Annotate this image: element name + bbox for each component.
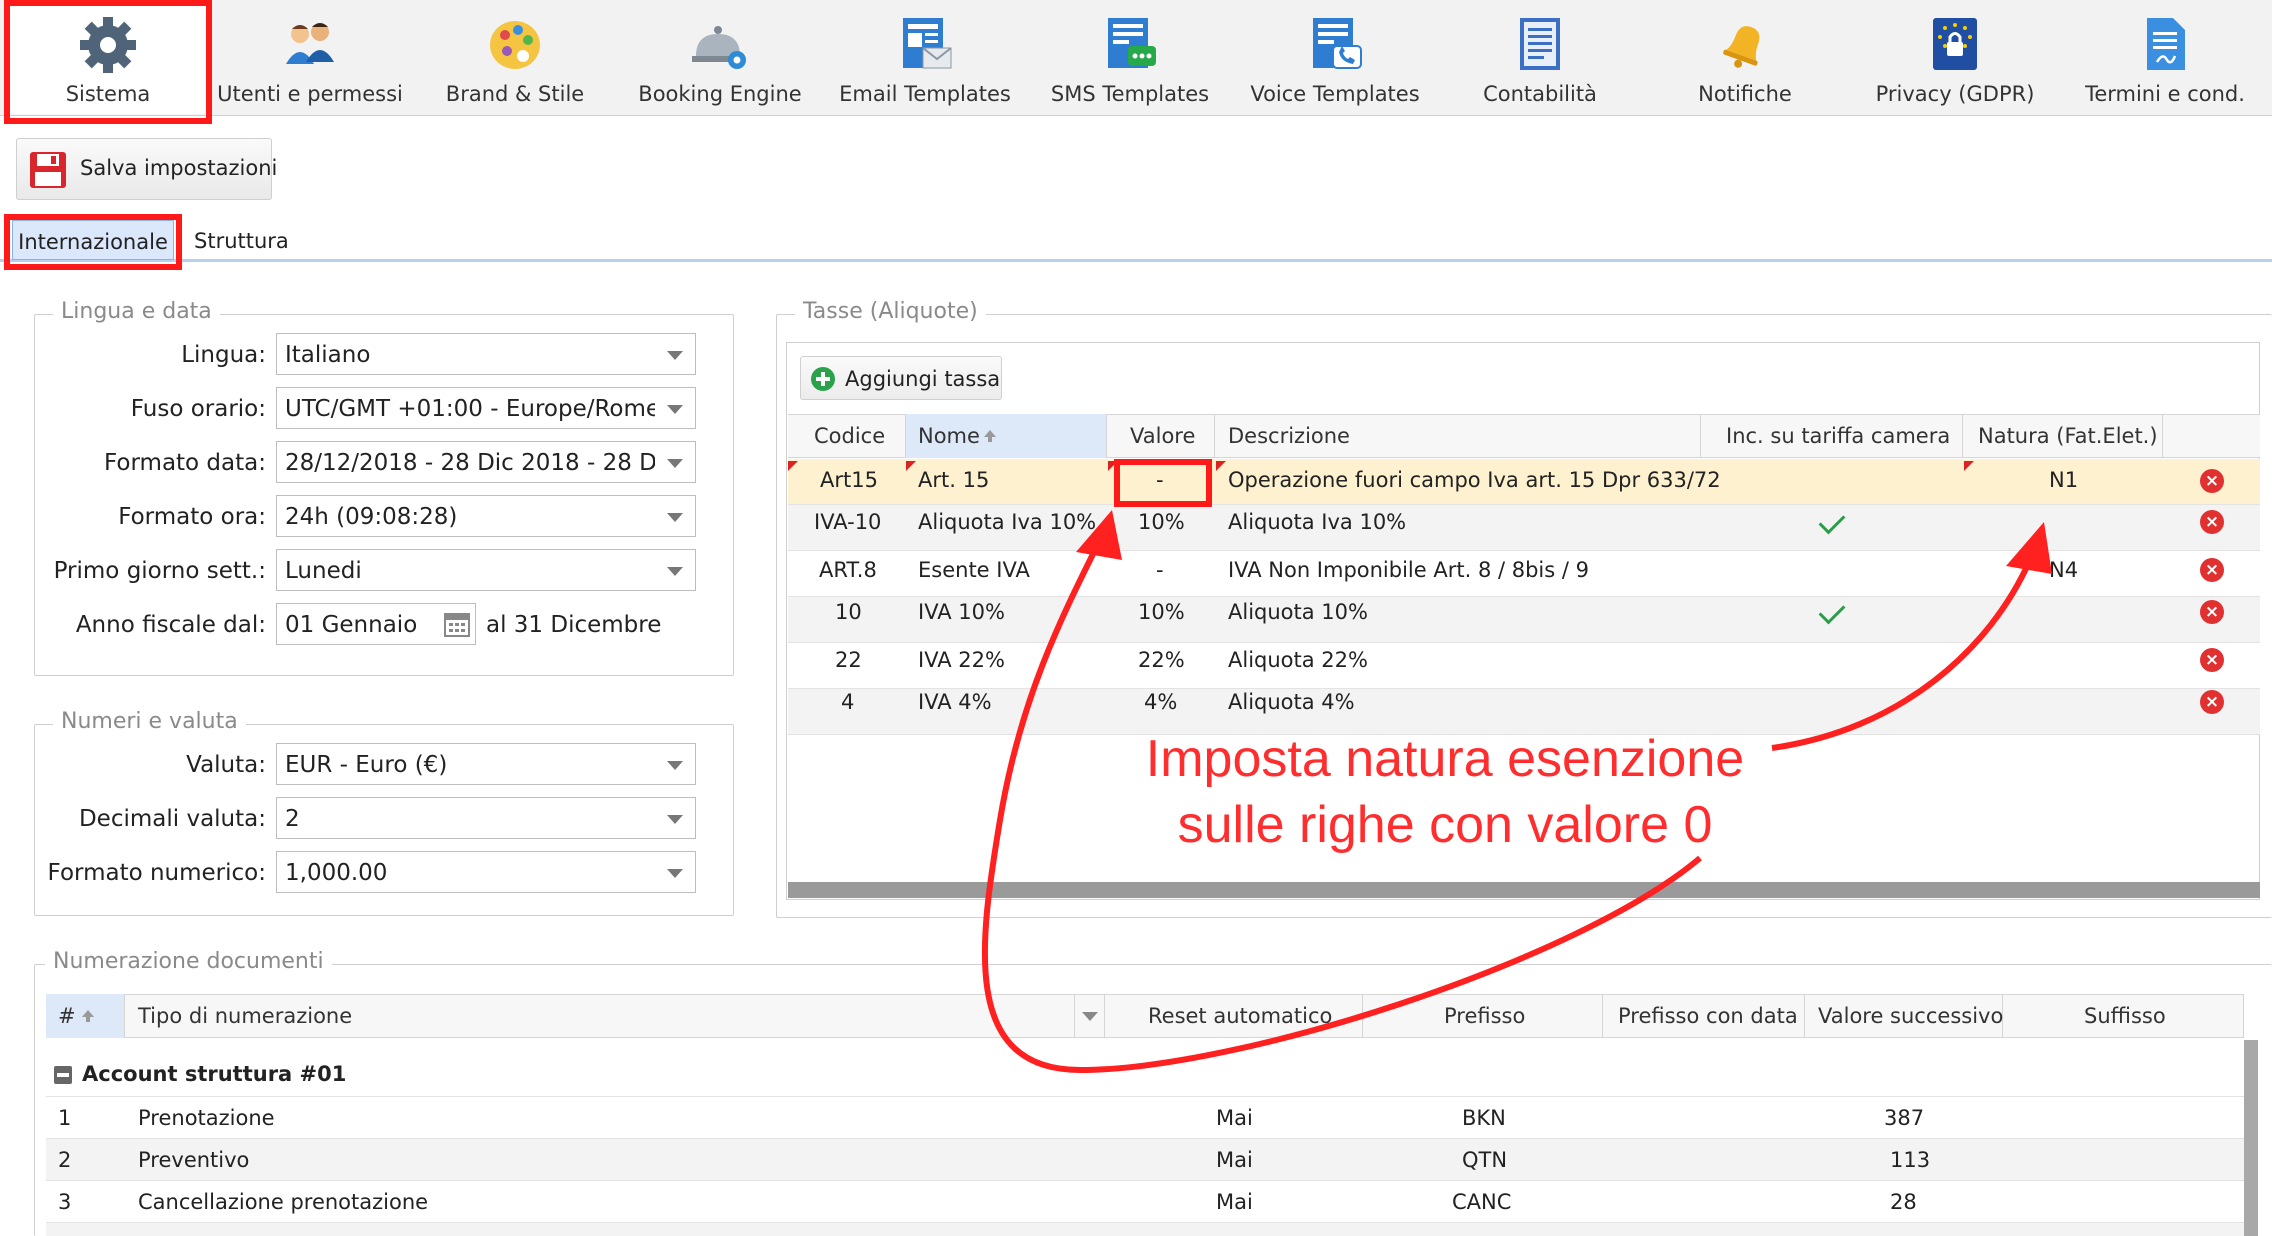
annotation-text-line2: sulle righe con valore 0 bbox=[1177, 796, 1713, 854]
annotation-arrows bbox=[981, 510, 2052, 1074]
arrow-to-natura bbox=[1771, 558, 2033, 751]
arrow-head-icon bbox=[1076, 510, 1122, 560]
arrow-head-icon bbox=[2006, 522, 2052, 574]
annotation-text-line1: Imposta natura esenzione bbox=[1145, 730, 1745, 788]
